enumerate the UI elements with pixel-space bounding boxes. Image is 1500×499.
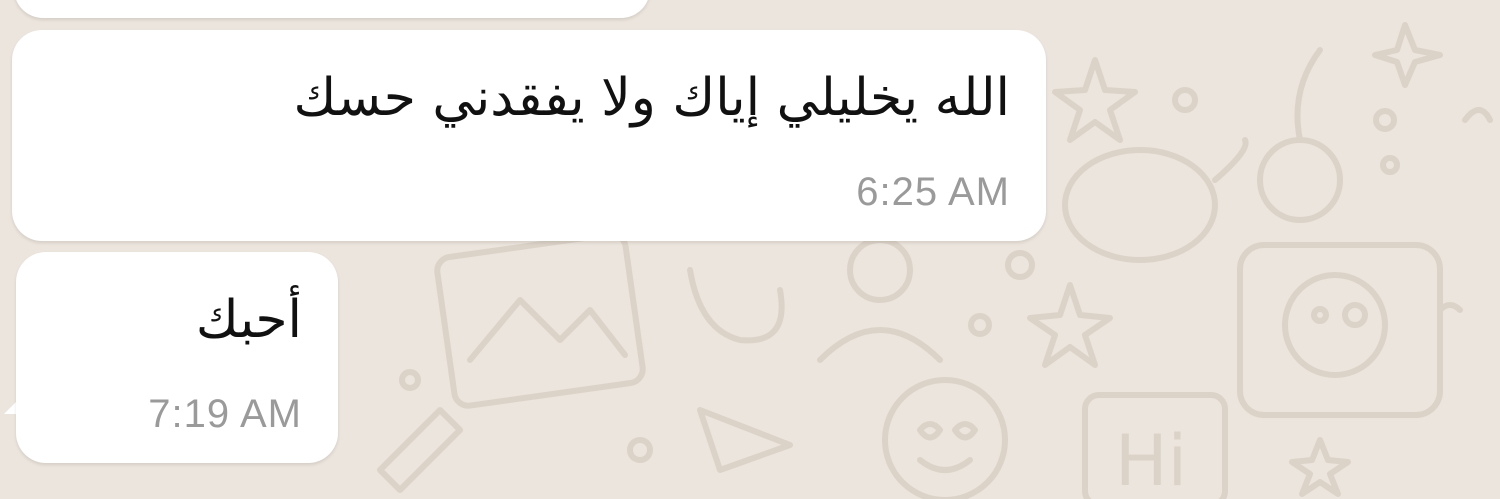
pencil-doodle [377, 407, 463, 493]
svg-text:Hi: Hi [1115, 420, 1187, 499]
cherry-doodle [1257, 137, 1343, 223]
star-doodle [1052, 57, 1138, 143]
message-timestamp: 6:25 AM [856, 170, 1010, 214]
turtle-doodle [1062, 147, 1218, 263]
previous-message-bubble[interactable] [14, 0, 650, 18]
message-timestamp: 7:19 AM [148, 392, 302, 436]
cherry-stem-doodle [1294, 47, 1323, 143]
person-doodle [847, 237, 913, 303]
heart-eyes-face-doodle [882, 377, 1008, 499]
speech-bubble-doodle [1237, 242, 1443, 418]
star2-doodle [1027, 282, 1113, 368]
message-text: أحبك [195, 290, 302, 350]
message-bubble-2[interactable]: أحبك 7:19 AM [16, 252, 338, 463]
message-bubble-1[interactable]: الله يخليلي إياك ولا يفقدني حسك 6:25 AM [12, 30, 1046, 241]
hand-doodle [687, 267, 785, 344]
paper-plane-doodle [697, 407, 793, 473]
message-text: الله يخليلي إياك ولا يفقدني حسك [293, 68, 1010, 128]
sparkle-doodle [1372, 22, 1443, 88]
